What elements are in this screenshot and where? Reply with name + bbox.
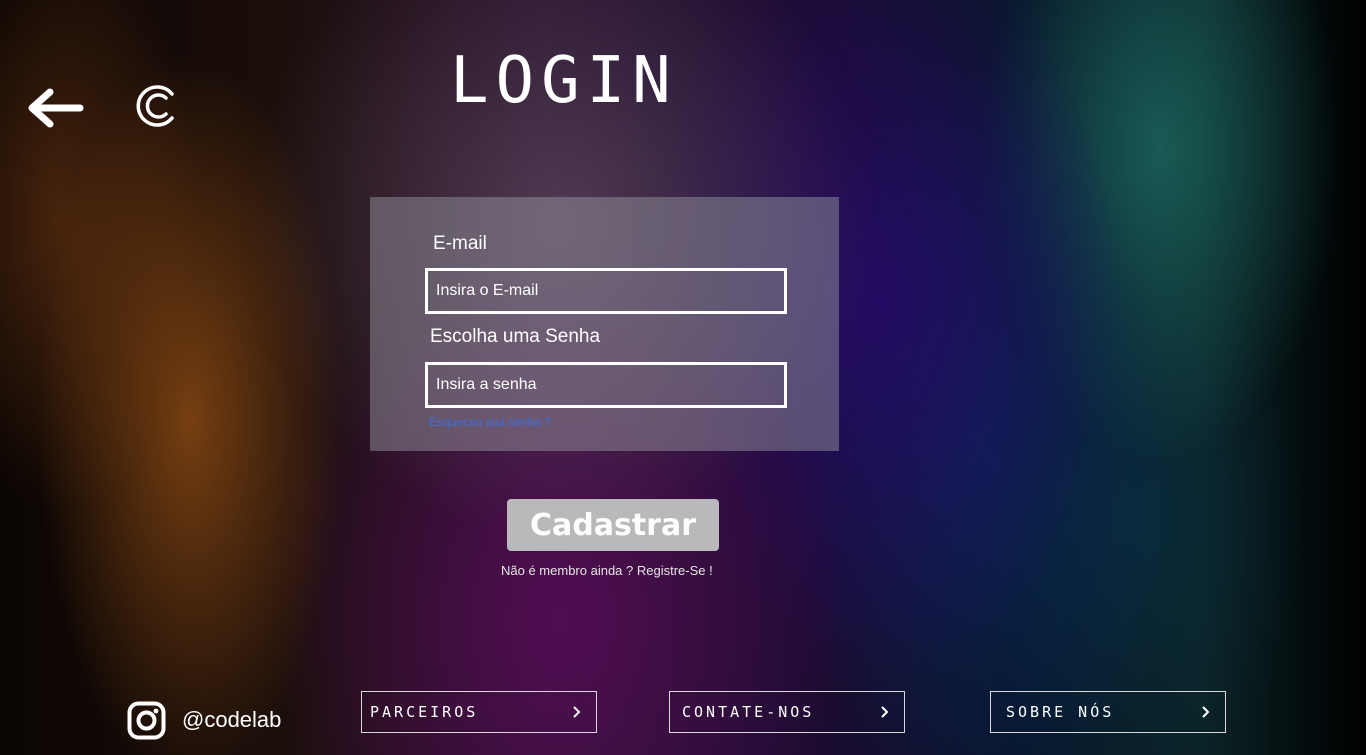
- codelab-logo-icon[interactable]: [132, 82, 180, 130]
- instagram-icon[interactable]: [127, 701, 166, 740]
- password-label: Escolha uma Senha: [430, 326, 601, 347]
- forgot-password-link[interactable]: Esqueceu sua senha ?: [429, 415, 551, 429]
- chevron-right-icon: [881, 706, 889, 718]
- partners-label: PARCEIROS: [370, 703, 479, 721]
- password-field[interactable]: [425, 362, 787, 408]
- contact-label: CONTATE-NOS: [682, 703, 815, 721]
- instagram-handle: @codelab: [182, 707, 282, 732]
- email-field[interactable]: [425, 268, 787, 314]
- register-link[interactable]: Não é membro ainda ? Registre-Se !: [501, 563, 713, 578]
- page-title: LOGIN: [450, 44, 678, 118]
- about-button[interactable]: SOBRE NÓS: [990, 691, 1226, 733]
- about-label: SOBRE NÓS: [1006, 703, 1115, 721]
- contact-button[interactable]: CONTATE-NOS: [669, 691, 905, 733]
- arrow-left-icon[interactable]: [28, 88, 84, 128]
- partners-button[interactable]: PARCEIROS: [361, 691, 597, 733]
- register-submit-button[interactable]: Cadastrar: [507, 499, 719, 551]
- chevron-right-icon: [573, 706, 581, 718]
- chevron-right-icon: [1202, 706, 1210, 718]
- email-label: E-mail: [433, 233, 487, 254]
